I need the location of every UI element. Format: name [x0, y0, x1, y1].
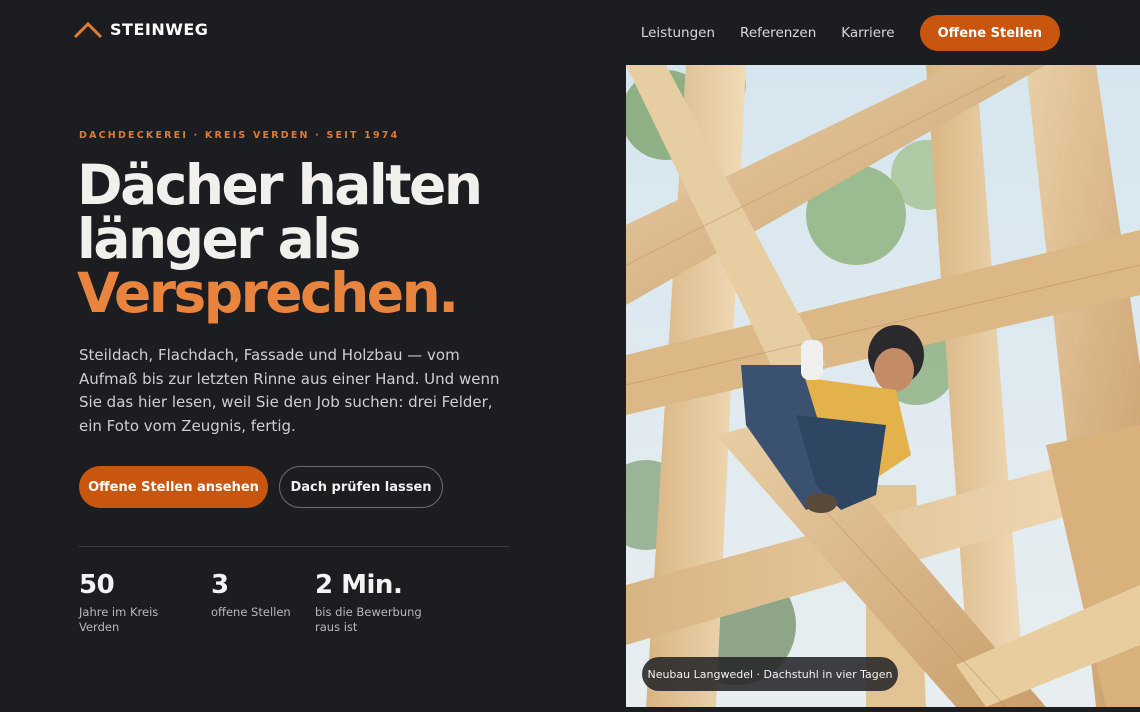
hero-eyebrow: DACHDECKEREI · KREIS VERDEN · SEIT 1974: [79, 130, 400, 141]
timber-frame-illustration: [626, 65, 1140, 707]
nav-link-referenzen[interactable]: Referenzen: [740, 25, 816, 41]
offene-stellen-ansehen-button[interactable]: Offene Stellen ansehen: [79, 466, 268, 508]
headline-line-1: Dächer halten: [77, 153, 483, 217]
dach-pruefen-button[interactable]: Dach prüfen lassen: [279, 466, 443, 508]
brand-name: STEINWEG: [110, 20, 209, 39]
stat-application-time: 2 Min. bis die Bewerbung raus ist: [315, 570, 435, 635]
stat-value: 2 Min.: [315, 570, 403, 600]
stat-years: 50 Jahre im Kreis Verden: [79, 570, 189, 635]
stat-label: Jahre im Kreis Verden: [79, 605, 159, 634]
headline-line-2: länger als: [77, 207, 361, 271]
stats-divider: [79, 546, 509, 547]
nav-link-karriere[interactable]: Karriere: [841, 25, 894, 41]
nav-offene-stellen-button[interactable]: Offene Stellen: [919, 15, 1060, 51]
logo[interactable]: STEINWEG: [74, 20, 208, 39]
photo-caption: Neubau Langwedel · Dachstuhl in vier Tag…: [642, 657, 898, 691]
headline-accent: Versprechen.: [77, 261, 459, 325]
site-header: STEINWEG Leistungen Referenzen Karriere …: [0, 0, 1140, 64]
stat-open-positions: 3 offene Stellen: [211, 570, 311, 620]
hero-headline: Dächer halten länger als Versprechen.: [77, 153, 577, 325]
stat-label: bis die Bewerbung raus ist: [315, 605, 422, 634]
main-nav: Leistungen Referenzen Karriere Offene St…: [641, 15, 1060, 51]
hero-photo: [626, 65, 1140, 707]
stat-label: offene Stellen: [211, 605, 291, 619]
stat-value: 50: [79, 570, 115, 600]
roof-logo-icon: [74, 21, 102, 38]
hero-lead-text: Steildach, Flachdach, Fassade und Holzba…: [79, 346, 500, 435]
stat-value: 3: [211, 570, 229, 600]
nav-link-leistungen[interactable]: Leistungen: [641, 25, 715, 41]
